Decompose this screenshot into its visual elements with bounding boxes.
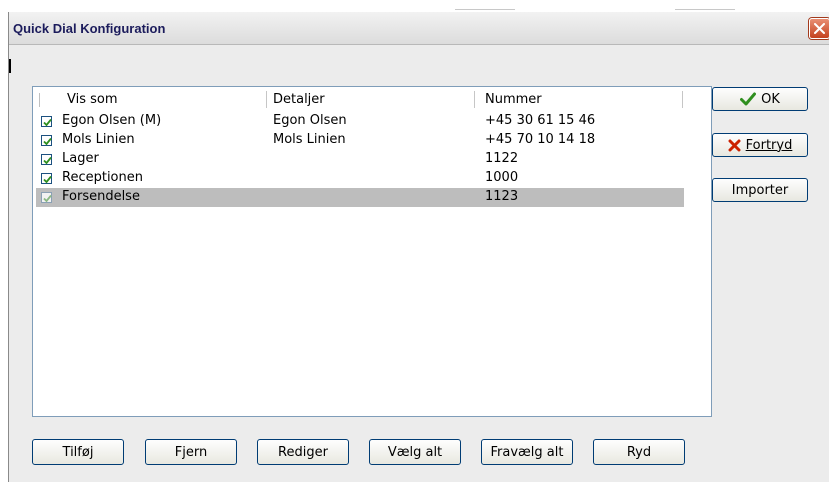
quick-dial-dialog: Quick Dial Konfiguration Vis som Detalje…	[8, 12, 829, 482]
row-detaljer: Egon Olsen	[273, 113, 347, 128]
close-icon	[814, 23, 825, 34]
import-button[interactable]: Importer	[712, 178, 808, 202]
column-divider[interactable]	[682, 91, 683, 108]
deselect-all-button[interactable]: Fravælg alt	[481, 439, 573, 465]
clear-label: Ryd	[626, 444, 652, 460]
row-checkbox[interactable]	[41, 173, 52, 184]
list-row[interactable]: Mols Linien Mols Linien +45 70 10 14 18	[36, 131, 684, 150]
column-header-nummer[interactable]: Nummer	[485, 92, 542, 107]
row-vis-som: Egon Olsen (M)	[62, 113, 162, 128]
import-label: Importer	[731, 182, 789, 198]
column-header-vis-som[interactable]: Vis som	[67, 92, 118, 107]
row-nummer: 1122	[485, 151, 519, 166]
row-nummer: +45 30 61 15 46	[485, 113, 596, 128]
column-divider[interactable]	[266, 91, 267, 108]
row-checkbox[interactable]	[41, 135, 52, 146]
checkmark-icon	[43, 156, 52, 165]
quick-dial-list[interactable]: Vis som Detaljer Nummer Egon Olsen (M) E…	[32, 86, 712, 417]
edge-marker	[9, 59, 11, 73]
background-divider	[675, 9, 735, 10]
edit-button[interactable]: Rediger	[257, 439, 349, 465]
remove-button[interactable]: Fjern	[145, 439, 237, 465]
add-label: Tilføj	[62, 444, 94, 460]
checkmark-icon	[43, 175, 52, 184]
remove-label: Fjern	[174, 444, 208, 460]
list-row[interactable]: Receptionen 1000	[36, 169, 684, 188]
green-checkmark-icon	[740, 92, 757, 106]
ok-button[interactable]: OK	[712, 87, 808, 111]
row-vis-som: Receptionen	[62, 170, 143, 185]
deselect-all-label: Fravælg alt	[490, 444, 564, 460]
row-checkbox[interactable]	[41, 154, 52, 165]
edit-label: Rediger	[278, 444, 328, 460]
row-nummer: 1123	[485, 189, 519, 204]
row-vis-som: Forsendelse	[62, 189, 140, 204]
checkmark-icon	[43, 194, 52, 203]
row-detaljer: Mols Linien	[273, 132, 346, 147]
row-nummer: +45 70 10 14 18	[485, 132, 596, 147]
list-header: Vis som Detaljer Nummer	[33, 91, 711, 109]
row-nummer: 1000	[485, 170, 519, 185]
clear-button[interactable]: Ryd	[593, 439, 685, 465]
checkmark-icon	[43, 118, 52, 127]
add-button[interactable]: Tilføj	[32, 439, 124, 465]
cancel-button[interactable]: Fortryd	[712, 133, 808, 157]
row-checkbox[interactable]	[41, 192, 52, 203]
list-row-selected[interactable]: Forsendelse 1123	[36, 188, 684, 207]
background-divider	[455, 9, 515, 10]
list-row[interactable]: Egon Olsen (M) Egon Olsen +45 30 61 15 4…	[36, 112, 684, 131]
header-lead-divider	[39, 93, 40, 107]
row-vis-som: Lager	[62, 151, 99, 166]
column-divider[interactable]	[474, 91, 475, 108]
red-x-icon	[728, 139, 741, 151]
title-bar: Quick Dial Konfiguration	[9, 12, 829, 45]
ok-label: OK	[761, 91, 780, 107]
row-checkbox[interactable]	[41, 116, 52, 127]
list-row[interactable]: Lager 1122	[36, 150, 684, 169]
row-vis-som: Mols Linien	[62, 132, 135, 147]
column-header-detaljer[interactable]: Detaljer	[273, 92, 325, 107]
cancel-label: Fortryd	[745, 137, 793, 153]
select-all-button[interactable]: Vælg alt	[369, 439, 461, 465]
checkmark-icon	[43, 137, 52, 146]
dialog-title: Quick Dial Konfiguration	[13, 21, 166, 36]
select-all-label: Vælg alt	[387, 444, 443, 460]
background-window-strip	[0, 0, 829, 12]
close-button[interactable]	[809, 18, 829, 39]
